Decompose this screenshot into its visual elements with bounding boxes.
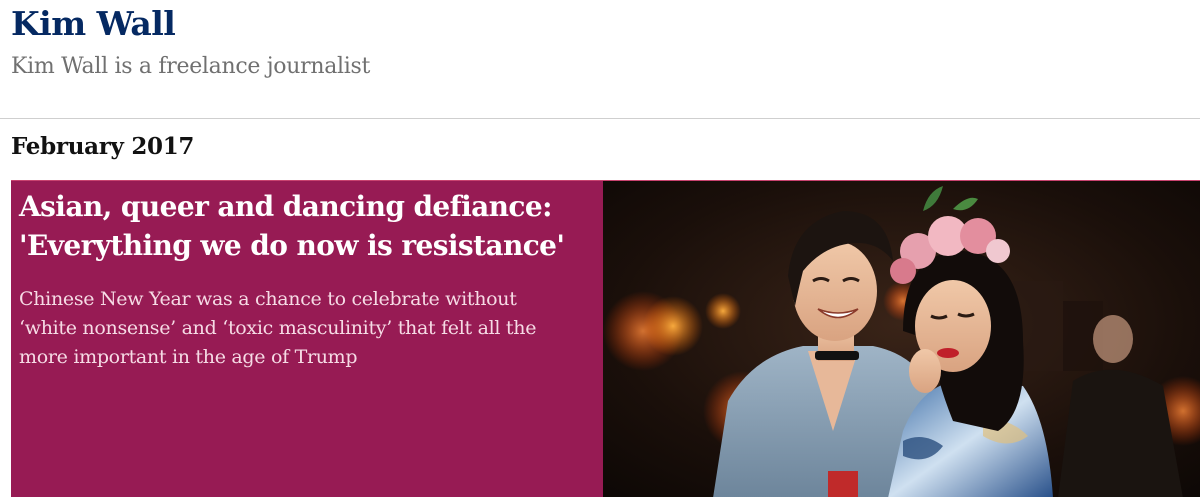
profile-bio: Kim Wall is a freelance journalist bbox=[11, 54, 371, 79]
article-photo[interactable] bbox=[603, 181, 1200, 497]
article-standfirst: Chinese New Year was a chance to celebra… bbox=[19, 288, 537, 368]
article-text-panel: Asian, queer and dancing defiance: 'Ever… bbox=[11, 181, 603, 497]
date-heading: February 2017 bbox=[11, 133, 195, 160]
article-card[interactable]: Asian, queer and dancing defiance: 'Ever… bbox=[11, 180, 1200, 497]
article-headline[interactable]: Asian, queer and dancing defiance: 'Ever… bbox=[19, 187, 594, 265]
profile-name: Kim Wall bbox=[11, 4, 176, 43]
article-photo-illustration bbox=[603, 181, 1200, 497]
section-divider bbox=[0, 118, 1200, 119]
profile-header: Kim Wall Kim Wall is a freelance journal… bbox=[0, 0, 1200, 118]
